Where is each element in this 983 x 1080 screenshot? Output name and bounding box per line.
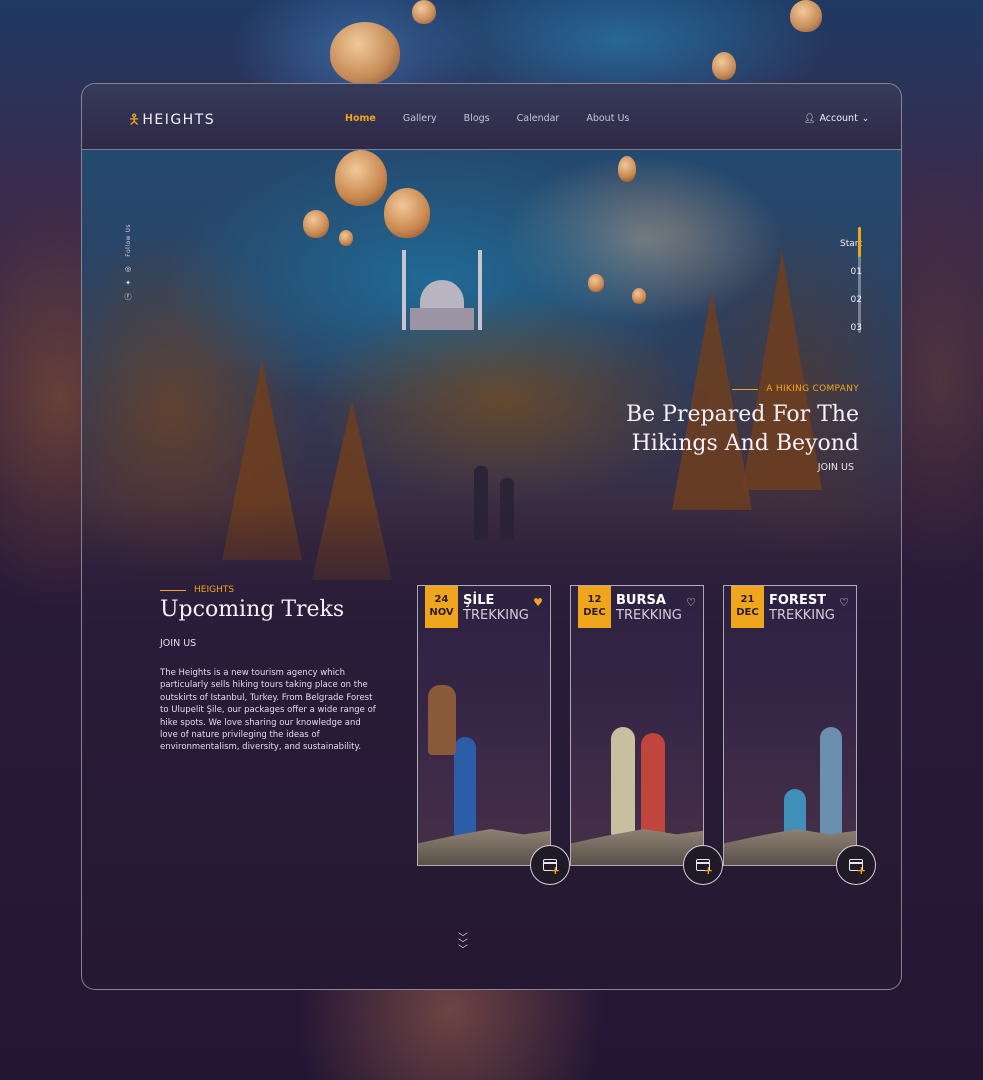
trek-day: 12 [587, 594, 602, 605]
hero-balloon [618, 156, 636, 182]
trek-date-badge: 24 NOV [425, 586, 458, 628]
hikers-silhouette [460, 450, 530, 540]
tree-shape [312, 400, 392, 580]
trek-card-sile[interactable]: 24 NOV ŞİLE TREKKING ♥ + [417, 585, 570, 885]
section-join-us-link[interactable]: JOIN US [160, 638, 390, 649]
nav-item-blogs[interactable]: Blogs [464, 113, 490, 124]
tree-shape [222, 360, 302, 560]
trek-type: TREKKING [769, 608, 835, 623]
nav-item-about-us[interactable]: About Us [586, 113, 629, 124]
add-to-calendar-button[interactable]: + [683, 845, 723, 885]
section-title: Upcoming Treks [160, 597, 345, 622]
slide-indicator: Start 01 02 03 [822, 227, 862, 351]
facebook-icon[interactable]: ⓕ [125, 293, 132, 301]
upcoming-treks-section: HEIGHTS Upcoming Treks JOIN US The Heigh… [160, 585, 390, 754]
hero-copy: A HIKING COMPANY Be Prepared For The Hik… [559, 384, 859, 473]
trek-title: ŞİLE TREKKING [463, 593, 529, 624]
hero-title-line-2: Hikings And Beyond [631, 431, 859, 456]
eyebrow-line [160, 589, 186, 591]
hero-title: Be Prepared For The Hikings And Beyond [559, 400, 859, 458]
website-frame: 🯅 HEIGHTS Home Gallery Blogs Calendar Ab… [81, 83, 902, 990]
slide-progress-fill [858, 227, 861, 257]
hero-eyebrow: A HIKING COMPANY [559, 384, 859, 394]
user-icon: 👤︎ [804, 113, 816, 124]
hiker-photo [428, 685, 456, 755]
brand-logo[interactable]: 🯅 HEIGHTS [128, 112, 215, 128]
hero-balloon [339, 230, 353, 246]
eyebrow-line [732, 388, 759, 390]
trek-type: TREKKING [463, 608, 529, 623]
hiker-photo [641, 733, 665, 837]
plus-icon: + [550, 864, 560, 877]
twitter-icon[interactable]: ✦ [125, 279, 131, 287]
background-balloon [330, 22, 400, 84]
trek-date-badge: 12 DEC [578, 586, 611, 628]
trek-month: DEC [583, 607, 606, 618]
trek-day: 24 [434, 594, 449, 605]
slide-01[interactable]: 01 [822, 267, 862, 295]
social-links: Follow Us ◎ ✦ ⓕ [123, 224, 133, 301]
plus-icon: + [856, 864, 866, 877]
instagram-icon[interactable]: ◎ [125, 265, 131, 273]
trek-month: NOV [429, 607, 454, 618]
top-navigation: 🯅 HEIGHTS Home Gallery Blogs Calendar Ab… [82, 84, 901, 150]
trek-type: TREKKING [616, 608, 682, 623]
trek-title: BURSA TREKKING [616, 593, 682, 624]
brand-name: HEIGHTS [142, 112, 216, 128]
slide-03[interactable]: 03 [822, 323, 862, 351]
heart-icon[interactable]: ♥ [533, 596, 543, 609]
section-eyebrow: HEIGHTS [160, 585, 390, 595]
add-to-calendar-button[interactable]: + [836, 845, 876, 885]
background-balloon [790, 0, 822, 32]
trek-name: ŞİLE [463, 593, 495, 608]
trek-date-badge: 21 DEC [731, 586, 764, 628]
trek-name: FOREST [769, 593, 827, 608]
heart-outline-icon[interactable]: ♡ [686, 596, 696, 609]
slide-progress-track [858, 227, 861, 333]
main-menu: Home Gallery Blogs Calendar About Us [345, 113, 656, 124]
section-eyebrow-text: HEIGHTS [194, 585, 235, 595]
trek-card-bursa[interactable]: 12 DEC BURSA TREKKING ♡ + [570, 585, 723, 885]
account-label: Account [819, 113, 858, 124]
follow-us-label: Follow Us [124, 224, 132, 257]
hero-balloon [384, 188, 430, 238]
add-to-calendar-button[interactable]: + [530, 845, 570, 885]
nav-item-gallery[interactable]: Gallery [403, 113, 437, 124]
slide-start[interactable]: Start [822, 239, 862, 267]
hero-eyebrow-text: A HIKING COMPANY [766, 384, 859, 394]
hiker-photo [611, 727, 635, 837]
hiker-photo [454, 737, 476, 837]
trek-name: BURSA [616, 593, 666, 608]
trek-title: FOREST TREKKING [769, 593, 835, 624]
hero-join-us-link[interactable]: JOIN US [559, 462, 854, 473]
hero-balloon [632, 288, 646, 304]
hero-balloon [303, 210, 329, 238]
nav-item-home[interactable]: Home [345, 113, 376, 124]
nav-item-calendar[interactable]: Calendar [517, 113, 560, 124]
trek-day: 21 [740, 594, 755, 605]
chevrons-down-icon[interactable]: ﹀ ﹀ ﹀ [455, 934, 471, 956]
mosque-illustration [402, 250, 482, 330]
hero-balloon [588, 274, 604, 292]
slide-02[interactable]: 02 [822, 295, 862, 323]
hiker-icon: 🯅 [128, 112, 141, 128]
background-balloon [412, 0, 436, 24]
hero-balloon [335, 150, 387, 206]
section-description: The Heights is a new tourism agency whic… [160, 668, 376, 753]
account-menu[interactable]: 👤︎ Account ⌄ [804, 113, 869, 124]
hero-title-line-1: Be Prepared For The [625, 402, 859, 427]
hiker-photo [820, 727, 842, 837]
background-balloon [712, 52, 736, 80]
heart-outline-icon[interactable]: ♡ [839, 596, 849, 609]
trek-month: DEC [736, 607, 759, 618]
trek-card-forest[interactable]: 21 DEC FOREST TREKKING ♡ + [723, 585, 876, 885]
chevron-down-icon: ⌄ [861, 113, 870, 124]
plus-icon: + [703, 864, 713, 877]
